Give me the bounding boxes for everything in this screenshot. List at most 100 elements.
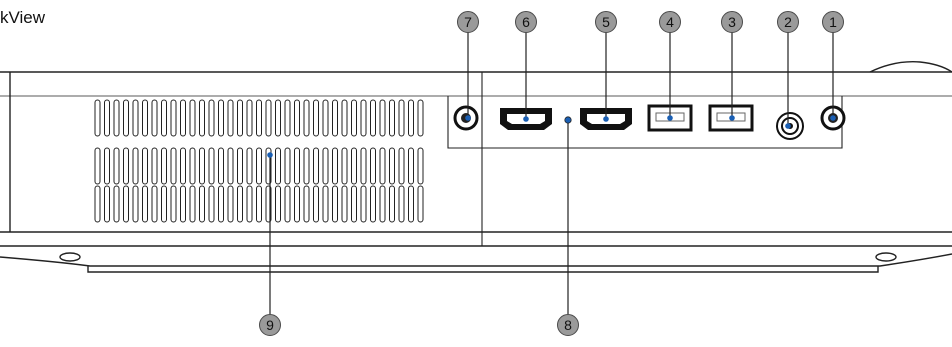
vent-slot	[275, 147, 281, 185]
vent-slot	[189, 99, 196, 137]
vent-slot	[199, 99, 205, 137]
callout-5: 5	[595, 11, 617, 33]
vent-slot	[303, 147, 310, 185]
vent-slot	[351, 147, 357, 185]
vent-slot	[227, 185, 234, 223]
vent-slot	[408, 147, 414, 185]
vent-slot	[389, 185, 395, 223]
vent-slot	[94, 147, 101, 185]
vent-slot	[104, 185, 110, 223]
vent-slot	[265, 99, 272, 137]
vent-slot	[246, 99, 253, 137]
callout-9: 9	[259, 314, 281, 336]
vent-slot	[180, 147, 186, 185]
vent-slot	[237, 99, 243, 137]
vent-slot	[294, 185, 300, 223]
vent-slot	[104, 147, 110, 185]
vent-slot	[275, 185, 281, 223]
vent-slot	[313, 147, 319, 185]
vent-slot	[218, 185, 224, 223]
vent-slot	[180, 99, 186, 137]
vent-slot	[208, 99, 215, 137]
vent-slot	[332, 147, 338, 185]
vent-slot	[132, 147, 139, 185]
vent-slot	[351, 185, 357, 223]
vent-slot	[284, 185, 291, 223]
callout-3: 3	[721, 11, 743, 33]
vent-slot	[142, 99, 148, 137]
vent-slot	[189, 185, 196, 223]
vent-slot	[303, 185, 310, 223]
vent-slot	[370, 185, 376, 223]
vent-slot	[370, 99, 376, 137]
vent-slot	[360, 185, 367, 223]
vent-slot	[161, 99, 167, 137]
vent-slot	[341, 99, 348, 137]
vent-slot	[123, 147, 129, 185]
vent-slot	[151, 185, 158, 223]
vent-slot	[379, 185, 386, 223]
vent-slot	[256, 185, 262, 223]
vent-slot	[94, 99, 101, 137]
vent-slot	[332, 185, 338, 223]
vent-slot	[379, 147, 386, 185]
vent-slot	[237, 185, 243, 223]
vent-slot	[208, 147, 215, 185]
vent-slot	[218, 147, 224, 185]
vent-slot	[170, 99, 177, 137]
vent-slot	[256, 147, 262, 185]
vent-slot	[417, 147, 424, 185]
vent-slot	[370, 147, 376, 185]
vent-slot	[398, 147, 405, 185]
vent-slot	[104, 99, 110, 137]
vent-slot	[123, 185, 129, 223]
vent-slot	[351, 99, 357, 137]
vent-grille	[94, 99, 424, 223]
vent-slot	[360, 147, 367, 185]
vent-slot	[379, 99, 386, 137]
vent-slot	[123, 99, 129, 137]
vent-slot	[284, 147, 291, 185]
vent-slot	[246, 185, 253, 223]
vent-slot	[132, 185, 139, 223]
callout-4: 4	[659, 11, 681, 33]
vent-slot	[417, 99, 424, 137]
vent-slot	[151, 147, 158, 185]
vent-slot	[332, 99, 338, 137]
vent-slot	[360, 99, 367, 137]
vent-slot	[417, 185, 424, 223]
vent-slot	[113, 147, 120, 185]
vent-slot	[398, 185, 405, 223]
vent-slot	[227, 147, 234, 185]
vent-slot	[313, 185, 319, 223]
vent-slot	[142, 185, 148, 223]
vent-slot	[151, 99, 158, 137]
vent-slot	[408, 99, 414, 137]
vent-slot	[170, 147, 177, 185]
vent-slot	[294, 99, 300, 137]
vent-slot	[284, 99, 291, 137]
vent-slot	[113, 99, 120, 137]
vent-slot	[322, 147, 329, 185]
vent-slot	[170, 185, 177, 223]
vent-slot	[161, 185, 167, 223]
vent-slot	[398, 99, 405, 137]
callout-8: 8	[557, 314, 579, 336]
vent-slot	[132, 99, 139, 137]
vent-slot	[161, 147, 167, 185]
vent-slot	[199, 147, 205, 185]
projector-drawing	[0, 31, 952, 314]
vent-slot	[322, 185, 329, 223]
vent-slot	[208, 185, 215, 223]
vent-slot	[189, 147, 196, 185]
callout-2: 2	[777, 11, 799, 33]
vent-slot	[313, 99, 319, 137]
vent-slot	[303, 99, 310, 137]
vent-slot	[113, 185, 120, 223]
vent-slot	[237, 147, 243, 185]
vent-slot	[199, 185, 205, 223]
projector-rear-view-diagram: kView 7 6 5 4 3 2 1 9 8	[0, 0, 952, 347]
callout-7: 7	[457, 11, 479, 33]
vent-slot	[408, 185, 414, 223]
vent-slot	[341, 185, 348, 223]
